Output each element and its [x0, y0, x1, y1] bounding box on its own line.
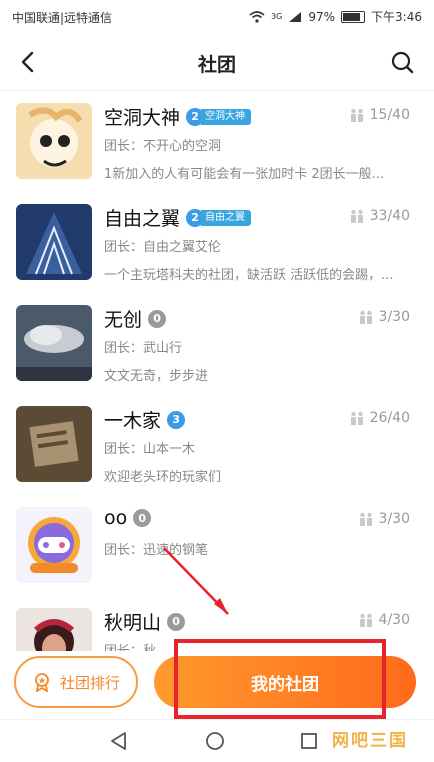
watermark-text: 网吧三国: [332, 731, 408, 751]
member-count-text: 3/30: [378, 511, 410, 527]
level-badge: 0: [167, 612, 186, 631]
signal-icon: [289, 11, 302, 22]
club-desc: 欢迎老头环的玩家们: [104, 470, 222, 485]
club-name: 一木家 3: [104, 406, 186, 433]
member-count-text: 4/30: [378, 612, 410, 628]
club-name-text: 空洞大神: [104, 107, 181, 129]
member-count: 3/30: [359, 511, 410, 527]
club-item-2[interactable]: 无创 0 3/30 团长：武山行 文文无奇，步步进: [0, 293, 434, 394]
wifi-icon: [249, 10, 265, 23]
club-desc: 一个主玩塔科夫的社团，缺活跃 活跃低的会踢，...: [104, 268, 394, 283]
my-club-button[interactable]: 我的社团: [154, 656, 416, 708]
club-name: 空洞大神 2 空洞大神: [104, 103, 252, 130]
club-name-text: 自由之翼: [104, 208, 181, 230]
search-icon[interactable]: [388, 48, 416, 76]
nav-recent-icon[interactable]: [298, 730, 320, 752]
club-name: 无创 0: [104, 305, 167, 332]
nav-back-icon[interactable]: [108, 730, 130, 752]
club-name-text: 一木家: [104, 410, 162, 432]
members-icon: [359, 512, 372, 526]
level-badge: 0: [148, 309, 167, 328]
member-count: 3/30: [359, 309, 410, 325]
level-number: 0: [133, 509, 152, 527]
battery-percent: 97%: [308, 9, 336, 24]
status-right: 3G 97% 下午3:46: [249, 8, 422, 25]
club-avatar-0: [16, 103, 92, 179]
club-item-1[interactable]: 自由之翼 2 自由之翼 33/40 团长：自由之翼艾伦 一个主玩塔科夫的社团，缺…: [0, 192, 434, 293]
carrier-label: 中国联通|远特通信: [12, 11, 113, 25]
club-name-text: 秋明山: [104, 612, 162, 634]
level-number: 0: [167, 612, 186, 631]
club-name: 自由之翼 2 自由之翼: [104, 204, 252, 231]
club-leader: 团长：武山行: [104, 341, 183, 356]
signal-label: 3G: [271, 12, 283, 21]
battery-icon: [341, 10, 366, 23]
club-leader: 团长：秋...: [104, 640, 168, 651]
club-leader: 团长：迅速的钢笔: [104, 543, 209, 558]
member-count-text: 33/40: [369, 208, 410, 224]
club-ranking-button[interactable]: 社团排行: [14, 656, 138, 708]
members-icon: [350, 108, 363, 122]
level-tag: 空洞大神: [201, 108, 252, 125]
club-avatar-3: [16, 406, 92, 482]
level-number: 0: [148, 309, 167, 328]
level-badge: 3: [167, 410, 186, 429]
nav-home-icon[interactable]: [204, 730, 226, 752]
medal-icon: [35, 673, 49, 692]
club-item-4[interactable]: oo 0 3/30 团长：迅速的钢笔: [0, 495, 434, 596]
club-desc: 1新加入的人有可能会有一张加时卡 2团长一般...: [104, 167, 385, 182]
club-avatar-2: [16, 305, 92, 381]
members-icon: [359, 613, 372, 627]
members-icon: [350, 209, 363, 223]
club-item-3[interactable]: 一木家 3 26/40 团长：山本一木 欢迎老头环的玩家们: [0, 394, 434, 495]
level-tag: 自由之翼: [201, 209, 252, 226]
members-icon: [350, 411, 363, 425]
member-count: 33/40: [350, 208, 410, 224]
club-list: 空洞大神 2 空洞大神 15/40 团长：不开心的空洞 1新加入的人有可能会有一…: [0, 91, 434, 651]
member-count: 15/40: [350, 107, 410, 123]
club-name: oo 0: [104, 507, 152, 529]
member-count: 4/30: [359, 612, 410, 628]
club-leader: 团长：自由之翼艾伦: [104, 240, 222, 255]
club-leader: 团长：山本一木: [104, 442, 196, 457]
member-count-text: 3/30: [378, 309, 410, 325]
club-name-text: 无创: [104, 309, 143, 331]
level-number: 3: [167, 410, 186, 429]
club-ranking-label: 社团排行: [59, 673, 120, 692]
level-badge: 0: [133, 509, 152, 527]
status-bar: 中国联通|远特通信 3G 97% 下午3:46: [0, 0, 434, 34]
club-leader: 团长：不开心的空洞: [104, 139, 222, 154]
club-item-0[interactable]: 空洞大神 2 空洞大神 15/40 团长：不开心的空洞 1新加入的人有可能会有一…: [0, 91, 434, 192]
header: 社团: [0, 34, 434, 91]
club-name: 秋明山 0: [104, 608, 186, 635]
clock: 下午3:46: [371, 10, 422, 24]
club-avatar-5: [16, 608, 92, 651]
level-badge: 2 自由之翼: [186, 208, 252, 227]
member-count-text: 15/40: [369, 107, 410, 123]
club-name-text: oo: [104, 507, 128, 529]
page-title: 社团: [197, 54, 236, 76]
member-count: 26/40: [350, 410, 410, 426]
club-avatar-1: [16, 204, 92, 280]
level-badge: 2 空洞大神: [186, 107, 252, 126]
club-item-5[interactable]: 秋明山 0 4/30 团长：秋...: [0, 596, 434, 651]
members-icon: [359, 310, 372, 324]
club-avatar-4: [16, 507, 92, 583]
my-club-label: 我的社团: [251, 674, 319, 695]
bottom-actions: 社团排行 我的社团: [0, 651, 434, 719]
club-desc: 文文无奇，步步进: [104, 369, 209, 384]
member-count-text: 26/40: [369, 410, 410, 426]
